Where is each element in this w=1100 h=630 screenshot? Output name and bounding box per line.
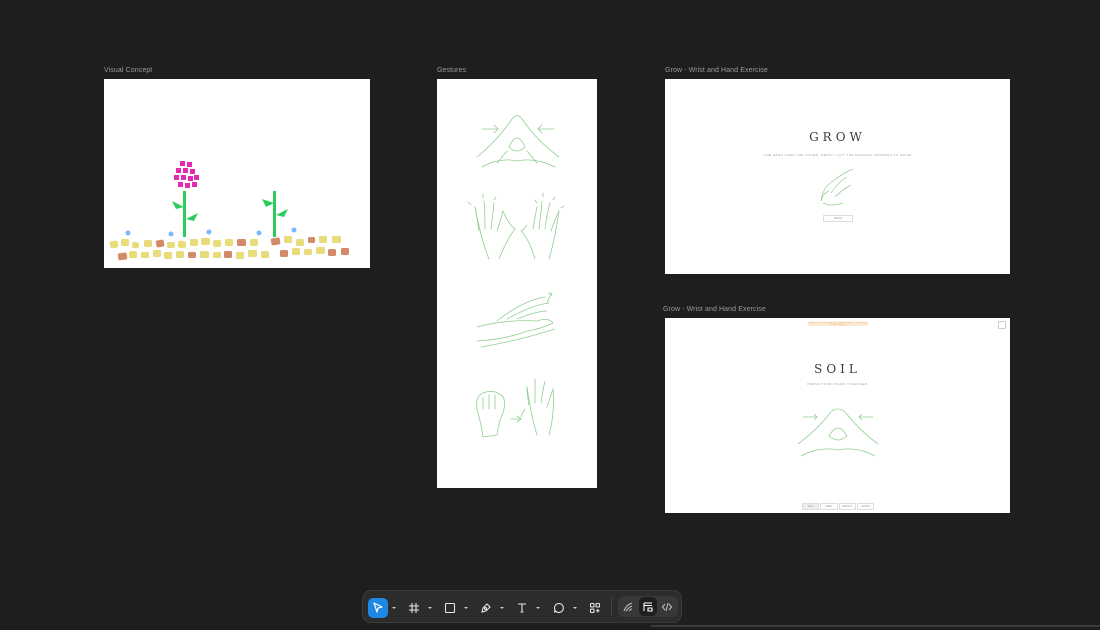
grow-begin-button[interactable]: BEGIN xyxy=(823,215,853,222)
spread-hands-gesture xyxy=(467,192,565,260)
code-icon xyxy=(661,602,673,611)
chevron-down-icon[interactable] xyxy=(427,605,433,611)
grow-subtitle: ONE HAND OVER THE OTHER, GENTLY LIFT THE… xyxy=(763,153,912,157)
soil-stones xyxy=(109,236,349,261)
water-drops xyxy=(125,227,297,237)
soil-title: SOIL xyxy=(814,362,861,376)
soil-tab-2[interactable]: SPROUT xyxy=(838,503,856,510)
grow-hand-illustration xyxy=(820,168,854,206)
soil-palms-illustration xyxy=(797,408,879,457)
frame-label-gestures[interactable]: Gestures xyxy=(437,67,466,74)
pen-tool-button[interactable] xyxy=(476,598,496,618)
components-icon xyxy=(589,602,601,614)
frame-soil[interactable]: PRESS YOUR PALMS TOGETHER TO FORM THE SE… xyxy=(665,318,1010,513)
dev-mode-button[interactable] xyxy=(658,597,676,616)
flower-head xyxy=(174,161,199,188)
soil-subtitle: PRESS YOUR PALMS TOGETHER xyxy=(807,382,868,386)
design-mode-button[interactable] xyxy=(639,597,657,616)
draw-icon xyxy=(623,601,633,611)
chevron-down-icon[interactable] xyxy=(535,605,541,611)
text-tool-button[interactable] xyxy=(512,598,532,618)
palms-together-gesture xyxy=(476,115,560,168)
chevron-down-icon[interactable] xyxy=(463,605,469,611)
frame-label-grow[interactable]: Grow - Wrist and Hand Exercise xyxy=(665,67,768,74)
horizontal-scrollbar[interactable] xyxy=(651,625,1100,627)
mode-switcher xyxy=(618,596,678,617)
grow-title: GROW xyxy=(809,130,866,144)
cursor-icon xyxy=(373,602,383,613)
soil-banner: PRESS YOUR PALMS TOGETHER TO FORM THE SE… xyxy=(808,322,868,326)
soil-close-button[interactable] xyxy=(998,321,1006,329)
rectangle-icon xyxy=(444,602,456,614)
soil-tabs: SOIL SEED SPROUT GROW xyxy=(802,503,874,510)
soil-tab-1[interactable]: SEED xyxy=(820,503,838,510)
text-icon xyxy=(518,603,526,613)
design-icon xyxy=(643,601,653,612)
frame-tool-button[interactable] xyxy=(404,598,424,618)
hash-icon xyxy=(409,603,419,613)
chevron-down-icon[interactable] xyxy=(391,605,397,611)
frame-gestures[interactable] xyxy=(437,79,597,488)
comment-tool-button[interactable] xyxy=(549,598,569,618)
toolbar-divider xyxy=(611,597,612,616)
frame-visual-concept[interactable] xyxy=(104,79,370,268)
fist-to-open-gesture xyxy=(476,378,554,438)
chevron-down-icon[interactable] xyxy=(572,605,578,611)
draw-mode-button[interactable] xyxy=(619,597,637,616)
soil-tab-3[interactable]: GROW xyxy=(856,503,874,510)
shape-tool-button[interactable] xyxy=(440,598,460,618)
chevron-down-icon[interactable] xyxy=(499,605,505,611)
bottom-toolbar xyxy=(363,591,681,622)
hand-over-hand-gesture xyxy=(476,292,556,348)
pen-icon xyxy=(481,603,491,613)
actions-tool-button[interactable] xyxy=(585,598,605,618)
frame-label-visual-concept[interactable]: Visual Concept xyxy=(104,67,152,74)
visual-concept-illustration xyxy=(109,161,349,261)
comment-icon xyxy=(553,602,564,614)
frame-grow[interactable]: GROW ONE HAND OVER THE OTHER, GENTLY LIF… xyxy=(665,79,1010,274)
soil-tab-0[interactable]: SOIL xyxy=(802,503,820,510)
plant-stems xyxy=(172,191,288,237)
move-tool-button[interactable] xyxy=(368,598,388,618)
frame-label-soil[interactable]: Grow - Wrist and Hand Exercise xyxy=(663,306,766,313)
gestures-illustrations xyxy=(467,115,565,438)
